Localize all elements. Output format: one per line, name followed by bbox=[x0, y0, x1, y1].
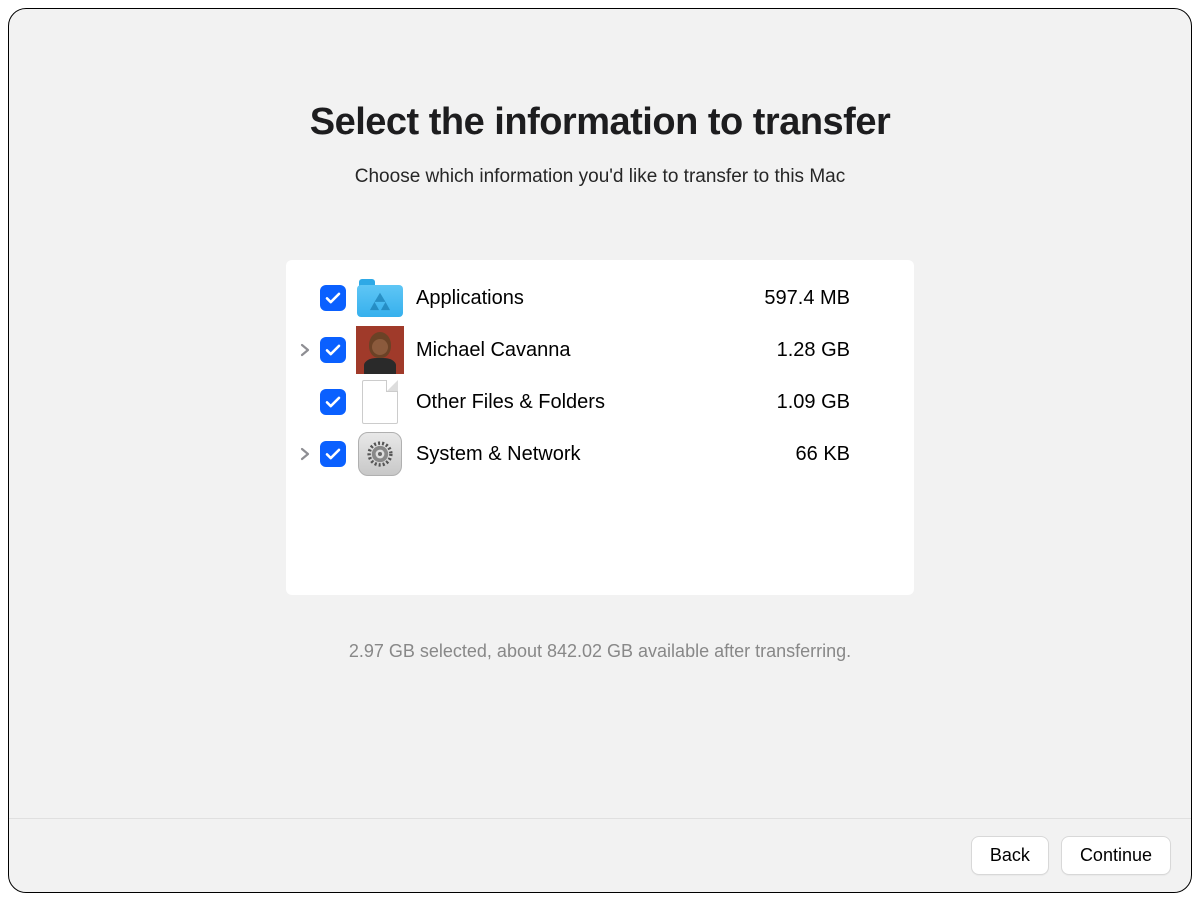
checkmark-icon bbox=[324, 289, 342, 307]
applications-folder-icon bbox=[356, 274, 404, 322]
item-size: 1.09 GB bbox=[777, 391, 850, 414]
disclosure-chevron-icon[interactable] bbox=[294, 343, 316, 357]
checkmark-icon bbox=[324, 445, 342, 463]
item-label: System & Network bbox=[416, 443, 796, 466]
selection-status: 2.97 GB selected, about 842.02 GB availa… bbox=[349, 641, 851, 662]
migration-assistant-window: Select the information to transfer Choos… bbox=[8, 8, 1192, 893]
item-row-user[interactable]: Michael Cavanna 1.28 GB bbox=[286, 324, 914, 376]
checkmark-icon bbox=[324, 341, 342, 359]
main-content: Select the information to transfer Choos… bbox=[9, 9, 1191, 818]
item-row-other-files[interactable]: Other Files & Folders 1.09 GB bbox=[286, 376, 914, 428]
user-avatar-icon bbox=[356, 326, 404, 374]
footer-bar: Back Continue bbox=[9, 818, 1191, 892]
page-subtitle: Choose which information you'd like to t… bbox=[355, 166, 845, 188]
item-label: Applications bbox=[416, 287, 764, 310]
item-row-system[interactable]: System & Network 66 KB bbox=[286, 428, 914, 480]
item-size: 1.28 GB bbox=[777, 339, 850, 362]
item-row-applications[interactable]: Applications 597.4 MB bbox=[286, 272, 914, 324]
checkmark-icon bbox=[324, 393, 342, 411]
generic-file-icon bbox=[356, 378, 404, 426]
item-label: Michael Cavanna bbox=[416, 339, 777, 362]
item-label: Other Files & Folders bbox=[416, 391, 777, 414]
continue-button[interactable]: Continue bbox=[1061, 836, 1171, 875]
checkbox-applications[interactable] bbox=[320, 285, 346, 311]
disclosure-chevron-icon[interactable] bbox=[294, 447, 316, 461]
checkbox-user[interactable] bbox=[320, 337, 346, 363]
item-size: 597.4 MB bbox=[764, 287, 850, 310]
transfer-items-panel: Applications 597.4 MB Mic bbox=[286, 260, 914, 595]
back-button[interactable]: Back bbox=[971, 836, 1049, 875]
checkbox-other-files[interactable] bbox=[320, 389, 346, 415]
item-size: 66 KB bbox=[796, 443, 850, 466]
system-settings-icon bbox=[356, 430, 404, 478]
page-title: Select the information to transfer bbox=[310, 101, 891, 144]
checkbox-system[interactable] bbox=[320, 441, 346, 467]
